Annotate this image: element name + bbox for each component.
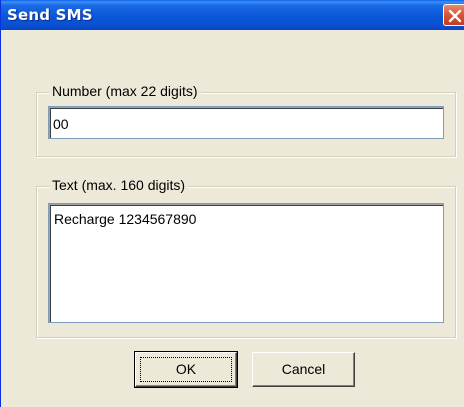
cancel-button[interactable]: Cancel — [252, 352, 355, 387]
number-input[interactable] — [48, 106, 444, 139]
send-sms-dialog: Send SMS Number (max 22 digits) Text (ma… — [0, 0, 464, 407]
focus-rectangle — [140, 357, 232, 382]
cancel-button-label: Cancel — [281, 361, 326, 377]
ok-button[interactable]: OK — [134, 351, 238, 388]
title-bar[interactable]: Send SMS — [1, 0, 464, 30]
number-group-label: Number (max 22 digits) — [49, 83, 201, 99]
text-group-label: Text (max. 160 digits) — [49, 177, 189, 193]
window-title: Send SMS — [7, 6, 93, 24]
message-textarea[interactable]: Recharge 1234567890 — [48, 203, 444, 323]
close-button[interactable] — [443, 4, 464, 26]
